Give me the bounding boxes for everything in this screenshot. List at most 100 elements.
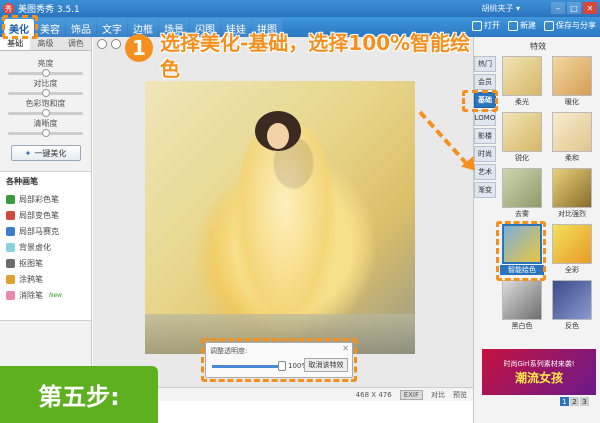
effect-dehaze[interactable]: 去雾 [500,168,544,222]
saturation-label: 色彩饱和度 [25,99,66,108]
new-badge: New [49,291,63,299]
category-lomo[interactable]: LOMO [474,110,496,126]
photo-figure [235,121,335,331]
brush-list: 各种画笔 局部彩色笔 局部变色笔 局部马赛克 背景虚化 抠图笔 涂鸦笔 消除笔 N… [0,171,91,321]
effect-soft-light[interactable]: 柔光 [500,56,544,110]
brightness-label: 亮度 [37,59,54,68]
category-fashion[interactable]: 时尚 [474,146,496,162]
sharpness-label: 清晰度 [33,119,58,128]
save-icon [544,20,554,31]
category-highlight [462,90,498,112]
effect-thumbnail [552,280,592,320]
tab-highlight [2,15,38,39]
close-icon[interactable]: ✕ [583,2,597,14]
contrast-label: 对比度 [33,79,58,88]
eraser-icon [6,290,15,300]
sharpness-slider[interactable] [8,129,83,137]
adjust-subtabs: 基础 高级 调色 [0,37,91,51]
effect-black-white[interactable]: 黑白色 [500,280,544,334]
slider-knob[interactable] [42,129,50,137]
brush-list-title: 各种画笔 [6,177,38,186]
subtab-color[interactable]: 调色 [61,37,91,50]
page-2[interactable]: 2 [570,397,579,406]
file-toolbar: 打开 新建 保存与分享 [472,20,596,31]
save-share-button[interactable]: 保存与分享 [544,20,596,31]
banner-pager: 1 2 3 [560,397,589,406]
effect-thumbnail [552,224,592,264]
window-controls: – □ ✕ [551,2,597,14]
brush-icon [6,226,15,236]
category-studio[interactable]: 影楼 [474,128,496,144]
contrast-slider[interactable] [8,89,83,97]
brush-icon [6,274,15,284]
window-title: 美图秀秀 3.5.1 [18,5,80,15]
effects-header: 特效 [530,42,546,51]
preview-button[interactable]: 预览 [453,390,467,400]
effect-thumbnail [552,168,592,208]
photo-canvas[interactable] [145,81,415,354]
effect-thumbnail [502,280,542,320]
zoom-in-icon[interactable] [111,39,121,49]
tab-beauty[interactable]: 美容 [35,19,65,37]
effect-warm[interactable]: 暖化 [550,56,594,110]
brush-cutout[interactable]: 抠图笔 [6,255,85,271]
brightness-slider[interactable] [8,69,83,77]
effect-thumbnail [502,168,542,208]
effect-highlight [496,221,546,281]
step-number: 1 [125,34,153,62]
slider-knob[interactable] [42,109,50,117]
folder-icon [472,20,482,31]
photo-face [267,123,289,149]
effect-soft[interactable]: 柔和 [550,112,594,166]
minimize-icon[interactable]: – [551,2,565,14]
brush-local-mosaic[interactable]: 局部马赛克 [6,223,85,239]
page-1[interactable]: 1 [560,397,569,406]
magic-wand-icon: ✦ [24,148,32,158]
one-key-beautify-button[interactable]: ✦ 一键美化 [10,145,81,161]
brush-local-color[interactable]: 局部彩色笔 [6,191,85,207]
brush-icon [6,210,15,220]
slider-knob[interactable] [42,69,50,77]
page-3[interactable]: 3 [580,397,589,406]
exif-badge[interactable]: EXIF [399,389,423,400]
tab-accessories[interactable]: 饰品 [66,19,96,37]
brush-icon [6,258,15,268]
effect-sharpen[interactable]: 锐化 [500,112,544,166]
effect-thumbnail [552,112,592,152]
opacity-highlight [201,338,357,382]
effect-high-contrast[interactable]: 对比强烈 [550,168,594,222]
effect-invert[interactable]: 反色 [550,280,594,334]
zoom-bar [97,39,121,49]
slider-group: 亮度 对比度 色彩饱和度 清晰度 [0,51,91,137]
brush-eraser[interactable]: 消除笔 New [6,287,85,303]
one-key-beautify-label: 一键美化 [34,148,67,158]
title-bar: 秀 美图秀秀 3.5.1 胡桃夹子 ▾ – □ ✕ [0,0,600,17]
brush-local-recolor[interactable]: 局部变色笔 [6,207,85,223]
effect-grid: 柔光 暖化 锐化 柔和 去雾 对比强烈 智能绘色 全彩 黑白色 反色 [498,56,598,361]
user-name[interactable]: 胡桃夹子 ▾ [481,3,520,14]
app-logo-icon: 秀 [3,3,14,14]
effect-full-color[interactable]: 全彩 [550,224,594,278]
effect-thumbnail [552,56,592,96]
brush-doodle[interactable]: 涂鸦笔 [6,271,85,287]
zoom-out-icon[interactable] [97,39,107,49]
effects-panel: 特效 热门 会员 基础 LOMO 影楼 时尚 艺术 渐变 柔光 暖化 锐化 柔和… [462,37,600,423]
brush-background-blur[interactable]: 背景虚化 [6,239,85,255]
maximize-icon[interactable]: □ [567,2,581,14]
plus-icon [508,20,518,31]
tab-text[interactable]: 文字 [97,19,127,37]
canvas-area: 调整透明度: ✕ 100% 取消该特效 [93,37,473,387]
image-dimensions: 468 X 476 [355,390,392,399]
brush-icon [6,194,15,204]
instruction-text: 选择美化-基础，选择100%智能绘色 [160,31,471,81]
effect-thumbnail [502,56,542,96]
brush-icon [6,242,15,252]
new-button[interactable]: 新建 [508,20,536,31]
effect-thumbnail [502,112,542,152]
step-badge: 第五步: [0,366,158,423]
compare-button[interactable]: 对比 [431,390,445,400]
promo-banner[interactable]: 时尚Girl系列素材来袭! 潮流女孩 [482,349,596,395]
category-gradient[interactable]: 渐变 [474,182,496,198]
saturation-slider[interactable] [8,109,83,117]
slider-knob[interactable] [42,89,50,97]
